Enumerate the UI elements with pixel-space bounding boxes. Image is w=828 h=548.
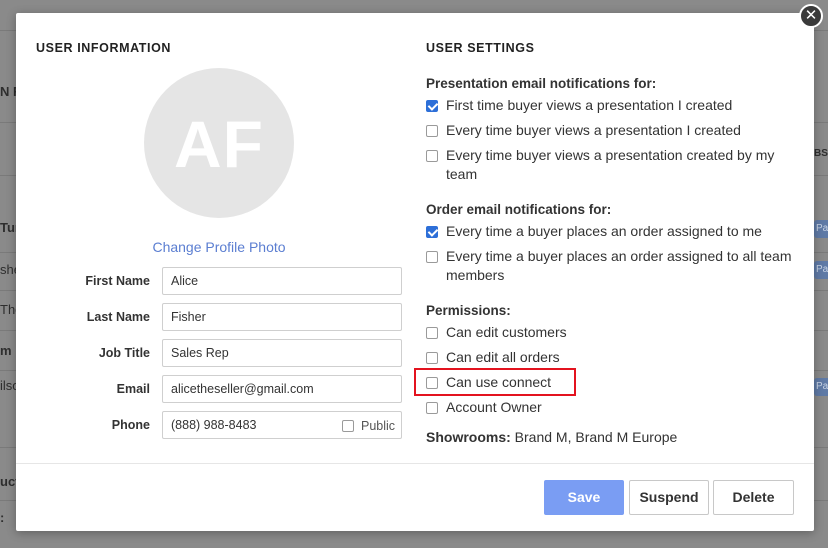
permission-use-connect[interactable]: Can use connect xyxy=(426,373,796,392)
showrooms-info: Showrooms: Brand M, Brand M Europe xyxy=(426,429,677,445)
avatar: AF xyxy=(144,68,294,218)
option-label: Account Owner xyxy=(446,399,542,415)
presentation-team-view-checkbox[interactable] xyxy=(426,150,438,162)
account-owner-checkbox[interactable] xyxy=(426,402,438,414)
job-title-label: Job Title xyxy=(98,346,150,360)
showrooms-label: Showrooms: xyxy=(426,429,511,445)
background-text: : xyxy=(0,510,5,525)
background-pill: Pai xyxy=(814,378,828,396)
background-pill: Pai xyxy=(814,261,828,279)
background-text: uct xyxy=(0,474,16,489)
background-text: The xyxy=(0,302,16,317)
user-settings-title: USER SETTINGS xyxy=(426,41,535,55)
background-text: Tur xyxy=(0,220,16,235)
save-button[interactable]: Save xyxy=(544,480,624,515)
permissions-heading: Permissions: xyxy=(426,303,511,318)
option-label: Every time a buyer places an order assig… xyxy=(446,248,792,283)
order-assigned-to-me-checkbox[interactable] xyxy=(426,226,438,238)
job-title-field[interactable] xyxy=(162,339,402,367)
user-edit-modal: USER INFORMATION AF Change Profile Photo… xyxy=(16,13,814,531)
option-label: Every time buyer views a presentation I … xyxy=(446,122,741,138)
footer-divider xyxy=(16,463,814,464)
background-text: ilso xyxy=(0,378,16,393)
close-icon[interactable]: ✕ xyxy=(799,4,823,28)
last-name-label: Last Name xyxy=(86,310,150,324)
first-name-field[interactable] xyxy=(162,267,402,295)
order-assigned-to-team-checkbox[interactable] xyxy=(426,251,438,263)
user-information-title: USER INFORMATION xyxy=(36,41,172,55)
public-toggle[interactable]: Public xyxy=(342,418,395,434)
presentation-option-every-view[interactable]: Every time buyer views a presentation I … xyxy=(426,121,796,140)
background-text: BS xyxy=(814,148,828,159)
showrooms-value: Brand M, Brand M Europe xyxy=(514,429,678,445)
edit-customers-checkbox[interactable] xyxy=(426,327,438,339)
presentation-option-first-view[interactable]: First time buyer views a presentation I … xyxy=(426,96,796,115)
option-label: Can edit customers xyxy=(446,324,567,340)
presentation-notifications-heading: Presentation email notifications for: xyxy=(426,76,657,91)
option-label: Can edit all orders xyxy=(446,349,560,365)
option-label: Every time buyer views a presentation cr… xyxy=(446,147,775,182)
option-label: Every time a buyer places an order assig… xyxy=(446,223,762,239)
order-notifications-heading: Order email notifications for: xyxy=(426,202,612,217)
use-connect-checkbox[interactable] xyxy=(426,377,438,389)
email-label: Email xyxy=(116,382,150,396)
permission-account-owner[interactable]: Account Owner xyxy=(426,398,796,417)
background-text: m xyxy=(0,343,12,358)
email-field[interactable] xyxy=(162,375,402,403)
presentation-every-view-checkbox[interactable] xyxy=(426,125,438,137)
last-name-field[interactable] xyxy=(162,303,402,331)
background-pill: Pai xyxy=(814,220,828,238)
public-checkbox[interactable] xyxy=(342,420,354,432)
presentation-option-team-view[interactable]: Every time buyer views a presentation cr… xyxy=(426,146,786,184)
permission-edit-all-orders[interactable]: Can edit all orders xyxy=(426,348,796,367)
option-label: Can use connect xyxy=(446,374,552,390)
public-label: Public xyxy=(361,419,396,433)
suspend-button[interactable]: Suspend xyxy=(629,480,709,515)
delete-button[interactable]: Delete xyxy=(713,480,794,515)
background-text: N F xyxy=(0,84,16,99)
first-name-label: First Name xyxy=(85,274,150,288)
permission-edit-customers[interactable]: Can edit customers xyxy=(426,323,796,342)
option-label: First time buyer views a presentation I … xyxy=(446,97,733,113)
phone-label: Phone xyxy=(111,418,150,432)
presentation-first-view-checkbox[interactable] xyxy=(426,100,438,112)
change-profile-photo-link[interactable]: Change Profile Photo xyxy=(106,239,332,255)
background-text: she xyxy=(0,262,16,277)
edit-all-orders-checkbox[interactable] xyxy=(426,352,438,364)
order-option-assigned-to-team[interactable]: Every time a buyer places an order assig… xyxy=(426,247,796,285)
order-option-assigned-to-me[interactable]: Every time a buyer places an order assig… xyxy=(426,222,796,241)
